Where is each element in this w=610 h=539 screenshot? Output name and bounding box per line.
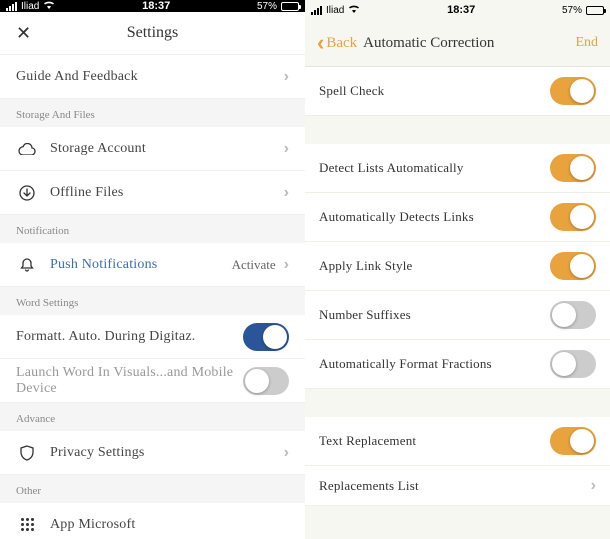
autocorrect-screen: Iliad 18:37 57% ‹ Back Automatic Correct… bbox=[305, 0, 610, 539]
chevron-right-icon: › bbox=[284, 256, 289, 274]
detect-links-toggle[interactable] bbox=[550, 203, 596, 231]
section-other: Other bbox=[0, 475, 305, 503]
section-gap bbox=[305, 389, 610, 417]
chevron-right-icon: › bbox=[591, 477, 596, 495]
status-time: 18:37 bbox=[447, 4, 475, 16]
shield-icon bbox=[16, 445, 38, 461]
chevron-left-icon[interactable]: ‹ bbox=[317, 30, 324, 56]
section-word: Word Settings bbox=[0, 287, 305, 315]
row-label: Detect Lists Automatically bbox=[319, 160, 550, 176]
bell-icon bbox=[16, 257, 38, 273]
text-replacement-row: Text Replacement bbox=[305, 417, 610, 466]
format-auto-toggle[interactable] bbox=[243, 323, 289, 351]
status-time: 18:37 bbox=[142, 0, 170, 12]
launch-word-row: Launch Word In Visuals...and Mobile Devi… bbox=[0, 359, 305, 403]
replacements-list-row[interactable]: Replacements List › bbox=[305, 466, 610, 506]
row-label: Automatically Detects Links bbox=[319, 209, 550, 225]
settings-screen: Iliad 18:37 57% ✕ Settings Guide And Fee… bbox=[0, 0, 305, 539]
app-microsoft-row[interactable]: App Microsoft bbox=[0, 503, 305, 539]
number-suffixes-toggle[interactable] bbox=[550, 301, 596, 329]
row-label: Push Notifications bbox=[50, 257, 232, 273]
format-auto-row: Formatt. Auto. During Digitaz. bbox=[0, 315, 305, 359]
signal-icon bbox=[6, 2, 17, 11]
settings-header: ✕ Settings bbox=[0, 12, 305, 55]
battery-pct: 57% bbox=[562, 5, 582, 16]
storage-account-row[interactable]: Storage Account › bbox=[0, 127, 305, 171]
battery-icon bbox=[586, 6, 604, 15]
row-label: Number Suffixes bbox=[319, 307, 550, 323]
back-button[interactable]: Back bbox=[326, 35, 357, 52]
battery-icon bbox=[281, 2, 299, 11]
number-suffixes-row: Number Suffixes bbox=[305, 291, 610, 340]
text-replacement-toggle[interactable] bbox=[550, 427, 596, 455]
autocorrect-header: ‹ Back Automatic Correction End bbox=[305, 20, 610, 67]
row-label: Storage Account bbox=[50, 141, 284, 157]
end-button[interactable]: End bbox=[575, 35, 598, 51]
detect-lists-toggle[interactable] bbox=[550, 154, 596, 182]
row-label: Launch Word In Visuals...and Mobile Devi… bbox=[16, 365, 243, 397]
apply-link-style-toggle[interactable] bbox=[550, 252, 596, 280]
row-label: Spell Check bbox=[319, 83, 550, 99]
row-label: Privacy Settings bbox=[50, 445, 284, 461]
chevron-right-icon: › bbox=[284, 444, 289, 462]
row-label: Offline Files bbox=[50, 185, 284, 201]
format-fractions-row: Automatically Format Fractions bbox=[305, 340, 610, 389]
row-label: App Microsoft bbox=[50, 517, 289, 533]
row-label: Guide And Feedback bbox=[16, 69, 284, 85]
chevron-right-icon: › bbox=[284, 184, 289, 202]
battery-pct: 57% bbox=[257, 1, 277, 12]
privacy-settings-row[interactable]: Privacy Settings › bbox=[0, 431, 305, 475]
section-advance: Advance bbox=[0, 403, 305, 431]
apply-link-style-row: Apply Link Style bbox=[305, 242, 610, 291]
grid-icon bbox=[16, 518, 38, 531]
signal-icon bbox=[311, 6, 322, 15]
status-bar: Iliad 18:37 57% bbox=[305, 0, 610, 20]
status-bar: Iliad 18:37 57% bbox=[0, 0, 305, 12]
spell-check-row: Spell Check bbox=[305, 67, 610, 116]
row-label: Apply Link Style bbox=[319, 258, 550, 274]
row-label: Replacements List bbox=[319, 478, 591, 494]
row-value: Activate bbox=[232, 257, 276, 273]
carrier-label: Iliad bbox=[326, 5, 344, 16]
section-gap bbox=[305, 116, 610, 144]
launch-word-toggle[interactable] bbox=[243, 367, 289, 395]
spell-check-toggle[interactable] bbox=[550, 77, 596, 105]
offline-files-row[interactable]: Offline Files › bbox=[0, 171, 305, 215]
row-label: Automatically Format Fractions bbox=[319, 356, 550, 372]
push-notifications-row[interactable]: Push Notifications Activate › bbox=[0, 243, 305, 287]
close-icon[interactable]: ✕ bbox=[16, 23, 31, 44]
format-fractions-toggle[interactable] bbox=[550, 350, 596, 378]
row-label: Formatt. Auto. During Digitaz. bbox=[16, 329, 243, 345]
cloud-icon bbox=[16, 143, 38, 155]
section-storage: Storage And Files bbox=[0, 99, 305, 127]
guide-feedback-row[interactable]: Guide And Feedback › bbox=[0, 55, 305, 99]
chevron-right-icon: › bbox=[284, 68, 289, 86]
carrier-label: Iliad bbox=[21, 1, 39, 12]
page-title: Automatic Correction bbox=[363, 35, 575, 52]
download-icon bbox=[16, 185, 38, 201]
wifi-icon bbox=[43, 0, 55, 12]
section-notification: Notification bbox=[0, 215, 305, 243]
wifi-icon bbox=[348, 4, 360, 16]
row-label: Text Replacement bbox=[319, 433, 550, 449]
chevron-right-icon: › bbox=[284, 140, 289, 158]
page-title: Settings bbox=[16, 24, 289, 42]
detect-lists-row: Detect Lists Automatically bbox=[305, 144, 610, 193]
detect-links-row: Automatically Detects Links bbox=[305, 193, 610, 242]
